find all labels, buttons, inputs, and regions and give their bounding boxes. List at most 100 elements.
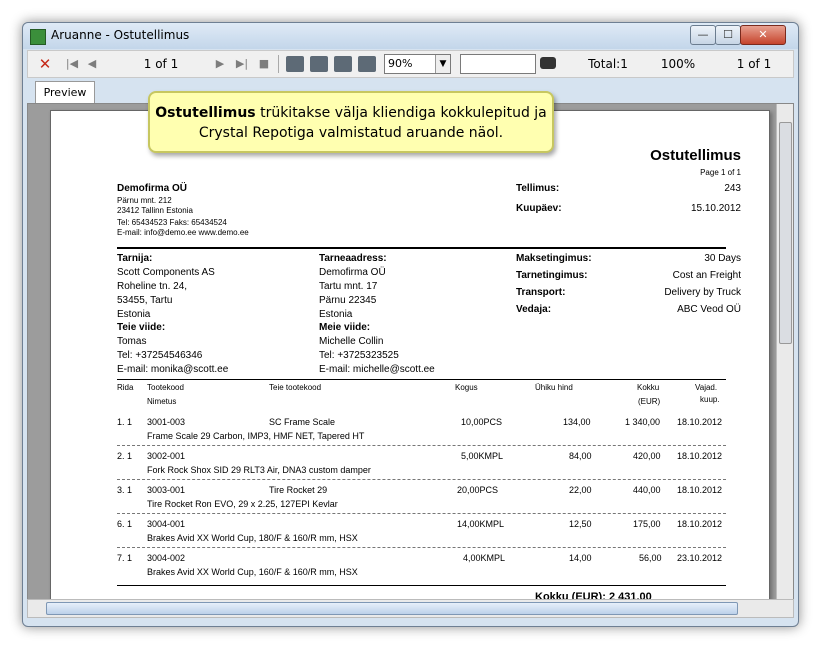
horizontal-scroll-thumb[interactable] bbox=[46, 602, 738, 615]
row-qty: 5,00KMPL bbox=[461, 451, 504, 461]
close-window-button[interactable]: ✕ bbox=[740, 25, 786, 45]
export-icon[interactable] bbox=[334, 56, 352, 72]
delivery-line1: Demofirma OÜ bbox=[319, 267, 386, 278]
zoom-select[interactable]: 90% ▼ bbox=[384, 54, 451, 74]
row-divider bbox=[117, 445, 726, 446]
binoculars-icon[interactable] bbox=[540, 57, 556, 69]
delivery-line2: Tartu mnt. 17 bbox=[319, 281, 378, 292]
row-supplier-code: SC Frame Scale bbox=[269, 417, 336, 427]
our-ref-name: Michelle Collin bbox=[319, 336, 384, 347]
carrier-label: Vedaja: bbox=[516, 304, 552, 315]
row-qty: 14,00KMPL bbox=[457, 519, 505, 529]
row-date: 23.10.2012 bbox=[677, 553, 723, 563]
first-page-button[interactable]: |◀ bbox=[64, 55, 80, 73]
row-code: 3004-002 bbox=[147, 553, 186, 563]
company-address2: 23412 Tallinn Estonia bbox=[117, 206, 193, 215]
delivery-line3: Pärnu 22345 bbox=[319, 295, 377, 306]
minimize-button[interactable]: — bbox=[690, 25, 716, 45]
report-page: Ostutellimus Page 1 of 1 Demofirma OÜ Pä… bbox=[50, 110, 770, 599]
vertical-scrollbar[interactable] bbox=[776, 104, 793, 599]
payment-label: Maksetingimus: bbox=[516, 253, 592, 264]
your-ref-tel: Tel: +37254546346 bbox=[117, 350, 203, 361]
row-date: 18.10.2012 bbox=[677, 485, 723, 495]
row-rida: 6. 1 bbox=[117, 519, 133, 529]
our-ref-label: Meie viide: bbox=[319, 322, 371, 333]
row-unit-price: 14,00 bbox=[569, 553, 592, 563]
horizontal-scrollbar[interactable] bbox=[27, 599, 794, 618]
date-label: Kuupäev: bbox=[516, 203, 562, 214]
company-address1: Pärnu mnt. 212 bbox=[117, 196, 172, 205]
next-page-button[interactable]: ▶ bbox=[214, 55, 226, 73]
vertical-scroll-thumb[interactable] bbox=[779, 122, 792, 344]
col-qty: Kogus bbox=[455, 383, 478, 392]
row-code: 3001-003 bbox=[147, 417, 186, 427]
info-callout: Ostutellimus trükitakse välja kliendiga … bbox=[148, 91, 554, 153]
transport-value: Delivery by Truck bbox=[664, 287, 741, 298]
close-report-icon[interactable]: ✕ bbox=[38, 55, 52, 73]
callout-bold: Ostutellimus bbox=[155, 105, 256, 121]
row-rida: 2. 1 bbox=[117, 451, 133, 461]
row-unit-price: 22,00 bbox=[569, 485, 592, 495]
stop-button[interactable]: ■ bbox=[258, 55, 270, 73]
row-rida: 1. 1 bbox=[117, 417, 133, 427]
title-bar: Aruanne - Ostutellimus — ☐ ✕ bbox=[23, 23, 798, 49]
report-title: Ostutellimus bbox=[650, 147, 741, 164]
row-divider bbox=[117, 513, 726, 514]
row-code: 3004-001 bbox=[147, 519, 186, 529]
row-unit-price: 84,00 bbox=[569, 451, 592, 461]
total-count: Total:1 bbox=[588, 57, 628, 71]
payment-value: 30 Days bbox=[704, 253, 741, 264]
row-sum: 56,00 bbox=[639, 553, 662, 563]
delivery-terms-label: Tarnetingimus: bbox=[516, 270, 588, 281]
row-qty: 10,00PCS bbox=[461, 417, 503, 427]
window-title: Aruanne - Ostutellimus bbox=[51, 28, 190, 42]
percent-readout: 100% bbox=[660, 57, 696, 71]
row-sum: 420,00 bbox=[633, 451, 661, 461]
supplier-line3: 53455, Tartu bbox=[117, 295, 173, 306]
search-input[interactable] bbox=[460, 54, 536, 74]
print-icon[interactable] bbox=[286, 56, 304, 72]
order-number: 243 bbox=[724, 183, 741, 194]
delivery-line4: Estonia bbox=[319, 309, 353, 320]
row-unit-price: 12,50 bbox=[569, 519, 592, 529]
col-code: Tootekood bbox=[147, 383, 184, 392]
maximize-button[interactable]: ☐ bbox=[715, 25, 741, 45]
row-name: Brakes Avid XX World Cup, 180/F & 160/R … bbox=[147, 533, 358, 543]
toolbar-divider bbox=[278, 55, 279, 73]
col-sum: Kokku bbox=[637, 383, 660, 392]
row-date: 18.10.2012 bbox=[677, 451, 723, 461]
app-icon bbox=[30, 29, 46, 45]
row-supplier-code: Tire Rocket 29 bbox=[269, 485, 328, 495]
row-name: Fork Rock Shox SID 29 RLT3 Air, DNA3 cus… bbox=[147, 465, 371, 475]
transport-label: Transport: bbox=[516, 287, 566, 298]
chevron-down-icon[interactable]: ▼ bbox=[435, 55, 450, 73]
group-tree-icon[interactable] bbox=[358, 56, 376, 72]
col-sum-currency: (EUR) bbox=[638, 397, 661, 406]
page-number: Page 1 of 1 bbox=[700, 168, 741, 177]
order-date: 15.10.2012 bbox=[690, 203, 741, 214]
tab-preview[interactable]: Preview bbox=[35, 81, 95, 104]
prev-page-button[interactable]: ◀ bbox=[86, 55, 98, 73]
print-setup-icon[interactable] bbox=[310, 56, 328, 72]
row-code: 3002-001 bbox=[147, 451, 186, 461]
zoom-value: 90% bbox=[388, 57, 413, 70]
row-unit-price: 134,00 bbox=[563, 417, 591, 427]
our-ref-email: E-mail: michelle@scott.ee bbox=[319, 364, 435, 375]
page-indicator: 1 of 1 bbox=[143, 57, 179, 71]
your-ref-label: Teie viide: bbox=[117, 322, 166, 333]
your-ref-name: Tomas bbox=[117, 336, 147, 347]
supplier-line1: Scott Components AS bbox=[117, 267, 215, 278]
last-page-button[interactable]: ▶| bbox=[234, 55, 250, 73]
row-date: 18.10.2012 bbox=[677, 519, 723, 529]
divider bbox=[117, 379, 726, 380]
delivery-terms-value: Cost an Freight bbox=[672, 270, 741, 281]
row-name: Frame Scale 29 Carbon, IMP3, HMF NET, Ta… bbox=[147, 431, 365, 441]
report-toolbar: ✕ |◀ ◀ 1 of 1 ▶ ▶| ■ 90% ▼ Total:1 100% … bbox=[27, 50, 794, 78]
col-rida: Rida bbox=[117, 383, 134, 392]
company-phones: Tel: 65434523 Faks: 65434524 bbox=[117, 218, 227, 227]
company-web: E-mail: info@demo.ee www.demo.ee bbox=[117, 228, 249, 237]
company-name: Demofirma OÜ bbox=[117, 183, 188, 194]
row-code: 3003-001 bbox=[147, 485, 186, 495]
row-date: 18.10.2012 bbox=[677, 417, 723, 427]
row-name: Tire Rocket Ron EVO, 29 x 2.25, 127EPI K… bbox=[147, 499, 338, 509]
